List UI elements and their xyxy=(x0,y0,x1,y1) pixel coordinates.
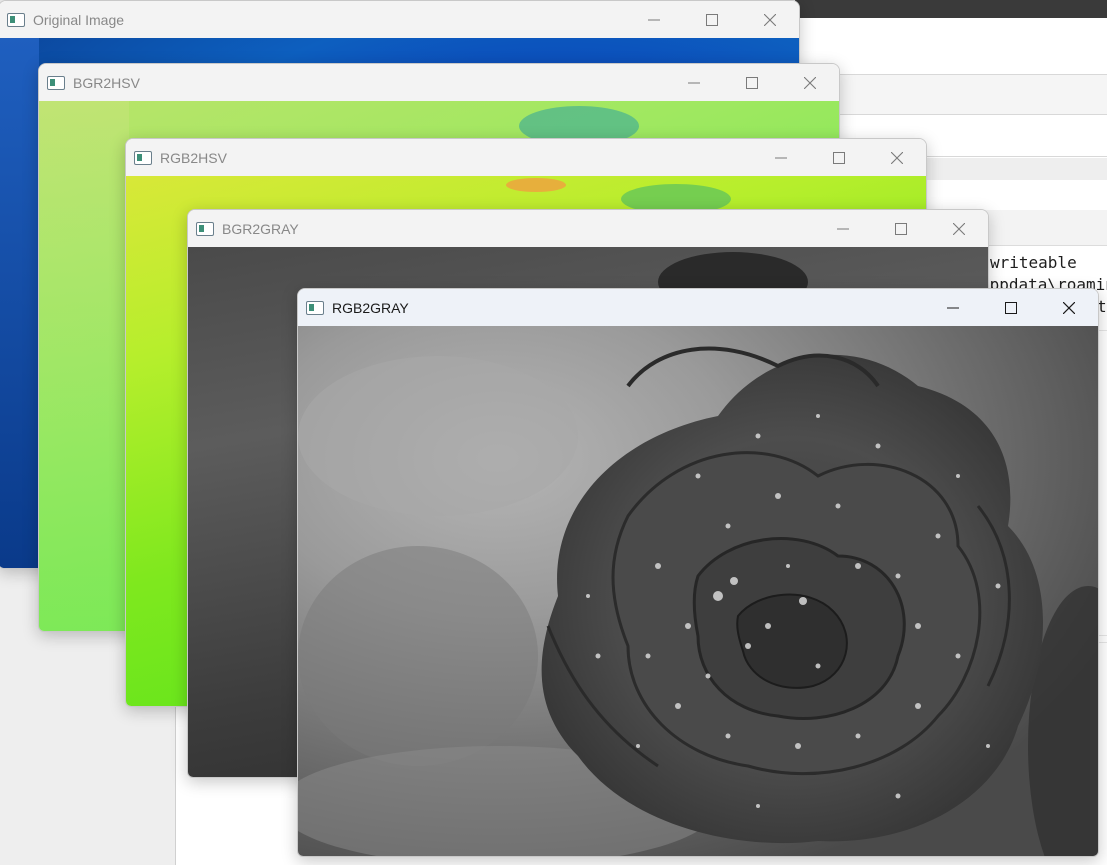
titlebar[interactable]: BGR2GRAY xyxy=(188,210,988,247)
close-icon[interactable] xyxy=(868,139,926,176)
opencv-window-icon xyxy=(196,221,214,236)
maximize-icon[interactable] xyxy=(982,289,1040,326)
close-icon[interactable] xyxy=(781,64,839,101)
maximize-icon[interactable] xyxy=(810,139,868,176)
image-canvas xyxy=(298,326,1098,856)
background-panel xyxy=(795,18,1107,158)
maximize-icon[interactable] xyxy=(723,64,781,101)
titlebar[interactable]: BGR2HSV xyxy=(39,64,839,101)
window-title: RGB2HSV xyxy=(160,149,227,166)
opencv-window-icon xyxy=(306,300,324,315)
window-title: BGR2GRAY xyxy=(222,220,299,237)
background-window-titlebar xyxy=(795,0,1107,18)
close-icon[interactable] xyxy=(930,210,988,247)
desktop: writeable appdata\roaming t Original Ima… xyxy=(0,0,1107,865)
titlebar[interactable]: RGB2HSV xyxy=(126,139,926,176)
minimize-icon[interactable] xyxy=(625,1,683,38)
minimize-icon[interactable] xyxy=(665,64,723,101)
opencv-window-icon xyxy=(7,12,25,27)
opencv-window-icon xyxy=(134,150,152,165)
titlebar[interactable]: RGB2GRAY xyxy=(298,289,1098,326)
terminal-line-1: writeable xyxy=(990,253,1077,272)
maximize-icon[interactable] xyxy=(872,210,930,247)
window-title: RGB2GRAY xyxy=(332,299,409,316)
close-icon[interactable] xyxy=(1040,289,1098,326)
maximize-icon[interactable] xyxy=(683,1,741,38)
window-rgb2gray[interactable]: RGB2GRAY xyxy=(297,288,1099,857)
window-title: Original Image xyxy=(33,11,125,28)
close-icon[interactable] xyxy=(741,1,799,38)
window-title: BGR2HSV xyxy=(73,74,140,91)
minimize-icon[interactable] xyxy=(752,139,810,176)
minimize-icon[interactable] xyxy=(814,210,872,247)
titlebar[interactable]: Original Image xyxy=(0,1,799,38)
opencv-window-icon xyxy=(47,75,65,90)
minimize-icon[interactable] xyxy=(924,289,982,326)
rose-grayscale-image xyxy=(298,326,1098,856)
